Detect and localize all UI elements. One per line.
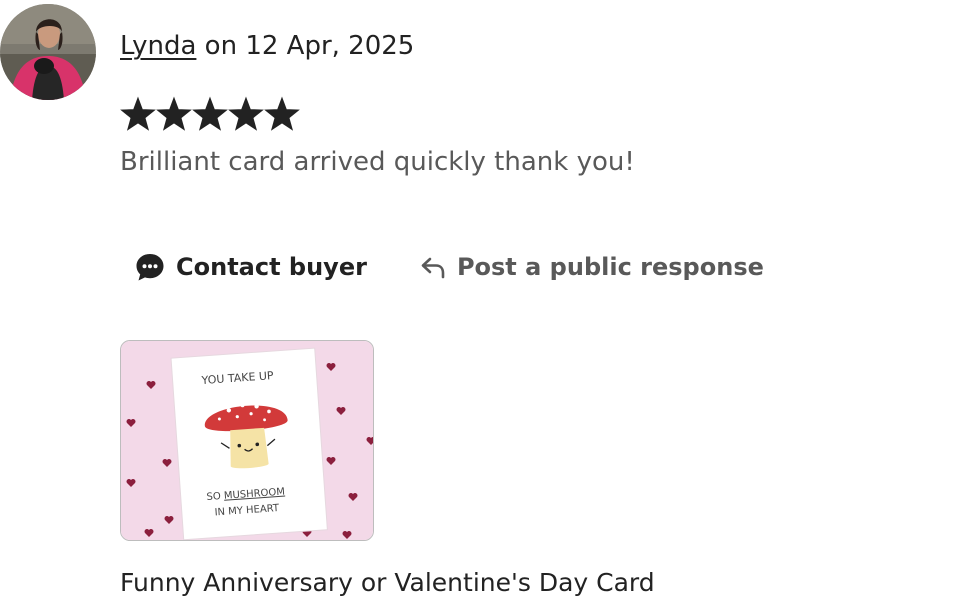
reviewer-name-link[interactable]: Lynda xyxy=(120,31,196,61)
star-icon xyxy=(228,96,264,131)
star-icon xyxy=(192,96,228,131)
review-meta: Lynda on 12 Apr, 2025 xyxy=(120,26,414,66)
post-public-response-button[interactable]: Post a public response xyxy=(419,253,764,281)
avatar-image xyxy=(0,4,96,100)
star-icon xyxy=(264,96,300,131)
product-thumbnail[interactable]: YOU TAKE UP SO MUSHROOM IN MY HEART xyxy=(120,340,374,541)
contact-buyer-button[interactable]: Contact buyer xyxy=(134,251,367,283)
review-date: on 12 Apr, 2025 xyxy=(204,31,415,61)
star-icon xyxy=(156,96,192,131)
reviewer-avatar[interactable] xyxy=(0,4,96,100)
review-text: Brilliant card arrived quickly thank you… xyxy=(120,147,635,177)
speech-bubble-icon xyxy=(136,254,164,281)
star-icon xyxy=(120,96,156,131)
product-image: YOU TAKE UP SO MUSHROOM IN MY HEART xyxy=(121,341,373,540)
card-text-line2-prefix: SO xyxy=(206,491,224,503)
post-public-response-label: Post a public response xyxy=(456,253,764,281)
contact-buyer-label: Contact buyer xyxy=(176,253,367,281)
star-rating xyxy=(120,95,300,135)
review-actions: Contact buyer Post a public response xyxy=(134,246,764,288)
product-title[interactable]: Funny Anniversary or Valentine's Day Car… xyxy=(120,563,655,602)
reply-arrow-icon xyxy=(421,257,445,279)
